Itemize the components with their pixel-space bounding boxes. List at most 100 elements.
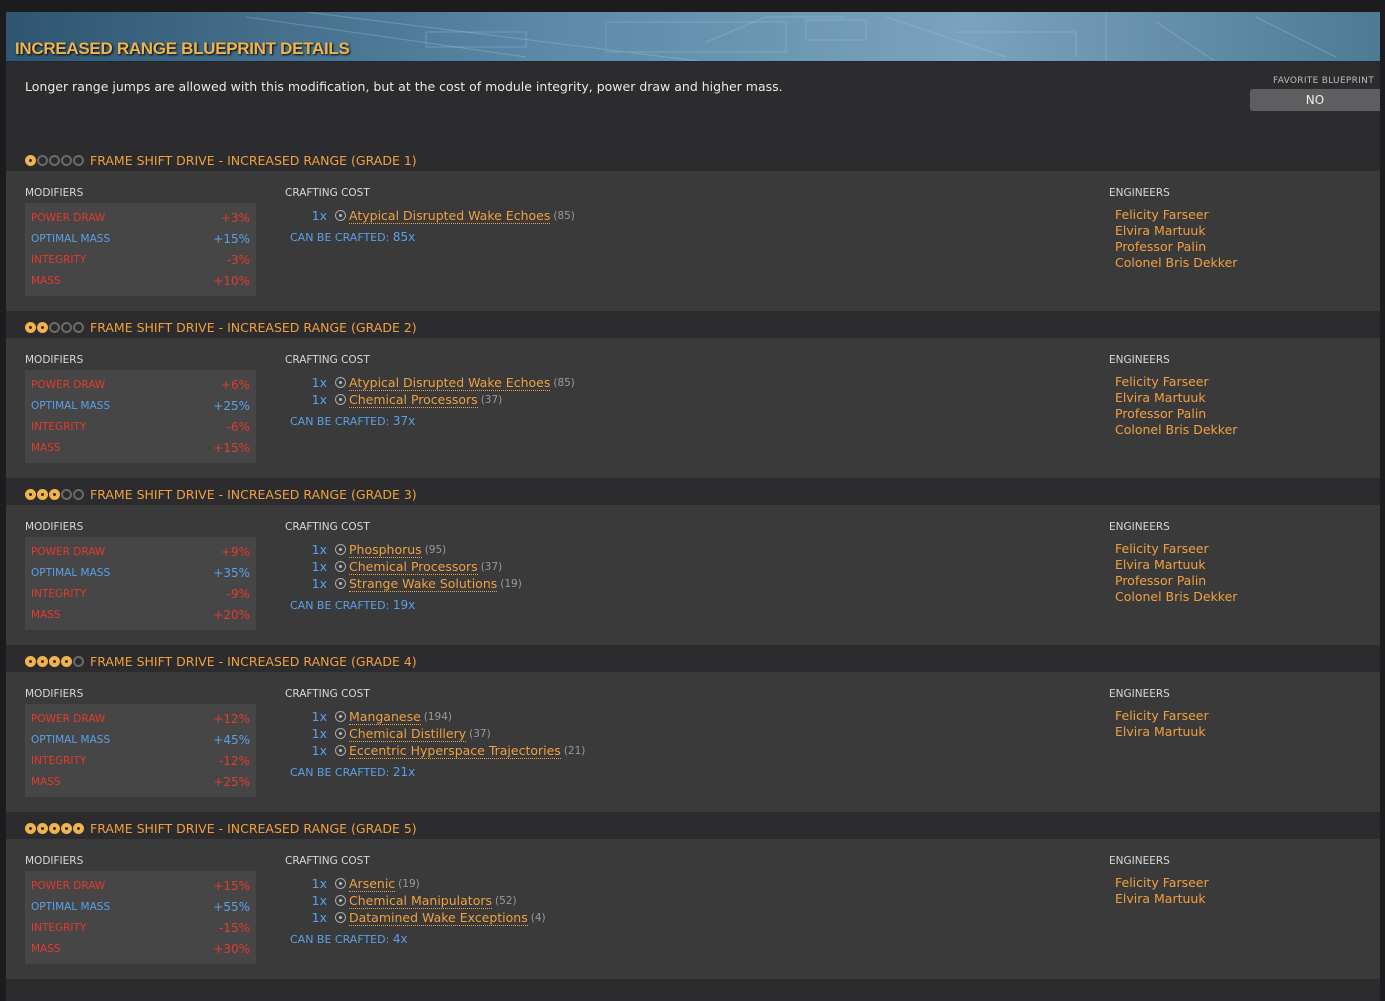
grade-pips (25, 488, 84, 500)
grade-header: FRAME SHIFT DRIVE - INCREASED RANGE (GRA… (6, 483, 1380, 505)
grade-pips (25, 822, 84, 834)
material-link[interactable]: Arsenic (349, 876, 396, 892)
modifiers-table: POWER DRAW +6% OPTIMAL MASS +25% INTEGRITY -6… (25, 370, 256, 463)
modifier-name: OPTIMAL MASS (31, 399, 111, 412)
modifiers-label: MODIFIERS (25, 354, 84, 366)
modifier-name: POWER DRAW (31, 378, 106, 391)
grade-pip-icon (37, 488, 48, 500)
material-link[interactable]: Datamined Wake Exceptions (349, 910, 528, 926)
engineer-link[interactable]: Colonel Bris Dekker (1109, 255, 1237, 271)
modifier-row: OPTIMAL MASS +35% (31, 562, 250, 583)
can-be-crafted: CAN BE CRAFTED: 37x (290, 414, 575, 428)
engineers-label: ENGINEERS (1109, 688, 1170, 700)
grade-pip-icon (49, 321, 60, 333)
grade-pip-icon (25, 154, 36, 166)
modifier-name: MASS (31, 608, 61, 621)
material-link[interactable]: Strange Wake Solutions (349, 576, 498, 592)
material-row: 1x Strange Wake Solutions (19) (290, 575, 522, 592)
modifier-name: INTEGRITY (31, 921, 87, 934)
material-count: (19) (500, 577, 522, 590)
grade-header: FRAME SHIFT DRIVE - INCREASED RANGE (GRA… (6, 817, 1380, 839)
material-qty: 1x (311, 559, 327, 574)
modifier-name: POWER DRAW (31, 211, 106, 224)
crafting-cost-list: 1x Phosphorus (95) 1x Chemical Processors (37… (290, 541, 522, 613)
material-link[interactable]: Atypical Disrupted Wake Echoes (349, 375, 551, 391)
grade-title: FRAME SHIFT DRIVE - INCREASED RANGE (GRA… (90, 486, 417, 502)
engineer-link[interactable]: Felicity Farseer (1109, 541, 1237, 557)
crafting-cost-label: CRAFTING COST (285, 855, 370, 867)
modifiers-label: MODIFIERS (25, 521, 84, 533)
grade-pip-icon (73, 822, 84, 834)
material-count: (85) (553, 209, 575, 222)
engineer-link[interactable]: Felicity Farseer (1109, 207, 1237, 223)
grade-body: MODIFIERS POWER DRAW +15% OPTIMAL MASS +55%… (6, 839, 1380, 979)
material-link[interactable]: Chemical Manipulators (349, 893, 492, 909)
grade-pip-icon (49, 154, 60, 166)
modifiers-table: POWER DRAW +3% OPTIMAL MASS +15% INTEGRITY -3… (25, 203, 256, 296)
blueprint-description: Longer range jumps are allowed with this… (25, 79, 783, 94)
modifier-row: MASS +10% (31, 270, 250, 291)
material-row: 1x Atypical Disrupted Wake Echoes (85) (290, 374, 575, 391)
material-link[interactable]: Eccentric Hyperspace Trajectories (349, 743, 561, 759)
modifier-row: MASS +20% (31, 604, 250, 625)
modifier-value: +25% (213, 398, 250, 413)
modifier-name: POWER DRAW (31, 712, 106, 725)
grade-pip-icon (25, 488, 36, 500)
engineer-link[interactable]: Elvira Martuuk (1109, 223, 1237, 239)
grade-pip-icon (49, 655, 60, 667)
engineer-link[interactable]: Felicity Farseer (1109, 875, 1209, 891)
grade-title: FRAME SHIFT DRIVE - INCREASED RANGE (GRA… (90, 152, 417, 168)
engineer-link[interactable]: Professor Palin (1109, 573, 1237, 589)
crafting-cost-label: CRAFTING COST (285, 688, 370, 700)
material-row: 1x Eccentric Hyperspace Trajectories (21) (290, 742, 585, 759)
grade-pip-icon (73, 321, 84, 333)
material-qty: 1x (311, 893, 327, 908)
engineer-link[interactable]: Elvira Martuuk (1109, 891, 1209, 907)
modifier-row: INTEGRITY -3% (31, 249, 250, 270)
engineer-link[interactable]: Elvira Martuuk (1109, 557, 1237, 573)
engineer-link[interactable]: Elvira Martuuk (1109, 390, 1237, 406)
material-link[interactable]: Manganese (349, 709, 421, 725)
modifier-name: OPTIMAL MASS (31, 232, 111, 245)
material-row: 1x Chemical Processors (37) (290, 391, 575, 408)
material-qty: 1x (311, 208, 327, 223)
grade-pip-icon (37, 321, 48, 333)
grade-body: MODIFIERS POWER DRAW +12% OPTIMAL MASS +45%… (6, 672, 1380, 812)
engineer-link[interactable]: Elvira Martuuk (1109, 724, 1209, 740)
grade-pips (25, 321, 84, 333)
grade-section: FRAME SHIFT DRIVE - INCREASED RANGE (GRA… (6, 650, 1380, 812)
engineer-link[interactable]: Professor Palin (1109, 406, 1237, 422)
modifiers-table: POWER DRAW +9% OPTIMAL MASS +35% INTEGRITY -9… (25, 537, 256, 630)
engineer-link[interactable]: Felicity Farseer (1109, 374, 1237, 390)
engineers-list: Felicity Farseer Elvira Martuuk (1109, 708, 1209, 740)
material-link[interactable]: Chemical Distillery (349, 726, 467, 742)
grade-pip-icon (61, 655, 72, 667)
engineer-link[interactable]: Colonel Bris Dekker (1109, 422, 1237, 438)
grade-pip-icon (61, 822, 72, 834)
material-count: (19) (398, 877, 420, 890)
can-be-crafted: CAN BE CRAFTED: 4x (290, 932, 546, 946)
material-link[interactable]: Phosphorus (349, 542, 422, 558)
material-count: (37) (469, 727, 491, 740)
modifier-value: +20% (213, 607, 250, 622)
engineer-link[interactable]: Colonel Bris Dekker (1109, 589, 1237, 605)
modifier-row: POWER DRAW +9% (31, 541, 250, 562)
modifier-name: MASS (31, 274, 61, 287)
modifier-name: INTEGRITY (31, 754, 87, 767)
material-link[interactable]: Chemical Processors (349, 559, 478, 575)
engineer-link[interactable]: Felicity Farseer (1109, 708, 1209, 724)
material-link[interactable]: Chemical Processors (349, 392, 478, 408)
material-row: 1x Arsenic (19) (290, 875, 546, 892)
engineer-link[interactable]: Professor Palin (1109, 239, 1237, 255)
material-link[interactable]: Atypical Disrupted Wake Echoes (349, 208, 551, 224)
engineers-list: Felicity Farseer Elvira Martuuk Professor … (1109, 541, 1237, 605)
modifier-name: POWER DRAW (31, 545, 106, 558)
modifier-value: +35% (213, 565, 250, 580)
favorite-toggle-button[interactable]: NO (1250, 89, 1380, 111)
material-count: (52) (495, 894, 517, 907)
grade-pip-icon (25, 321, 36, 333)
modifier-row: POWER DRAW +3% (31, 207, 250, 228)
crafting-cost-list: 1x Manganese (194) 1x Chemical Distillery (37… (290, 708, 585, 780)
can-be-crafted-label: CAN BE CRAFTED: (290, 415, 390, 428)
material-row: 1x Chemical Manipulators (52) (290, 892, 546, 909)
